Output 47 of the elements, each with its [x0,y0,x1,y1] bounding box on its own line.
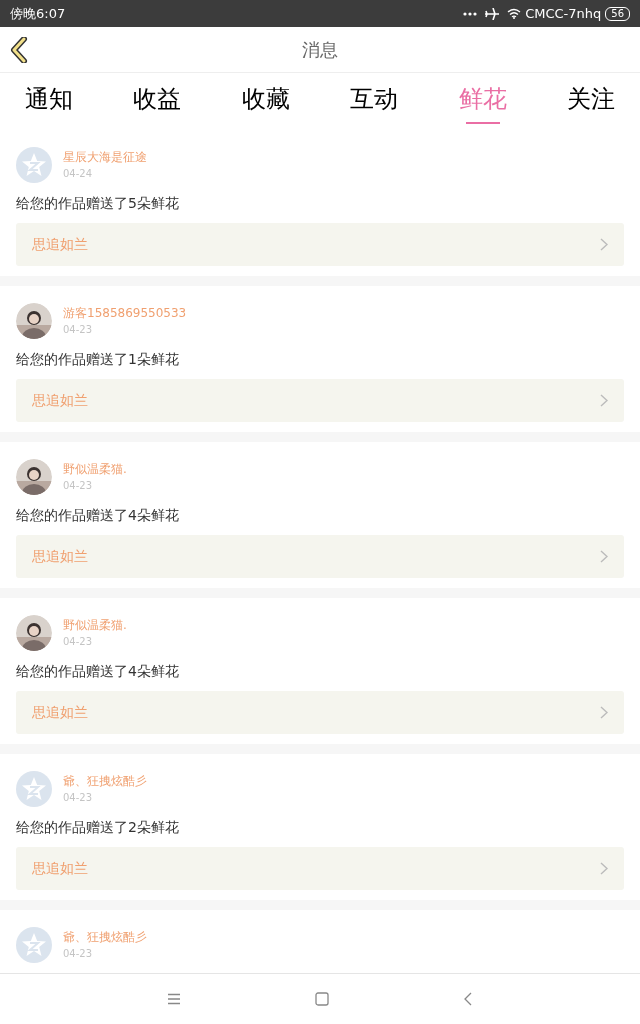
chevron-right-icon [600,550,608,563]
default-avatar-icon [16,927,52,963]
tab[interactable]: 互动 [350,85,399,124]
message-text: 给您的作品赠送了1朵鲜花 [16,350,180,369]
home-icon[interactable] [315,992,329,1006]
status-time: 傍晚6:07 [10,4,66,23]
message-date: 04-23 [63,635,94,649]
dots-icon [463,11,478,16]
airplane-icon [485,7,500,20]
tab[interactable]: 收益 [133,85,182,124]
chevron-right-icon [600,238,608,251]
tab[interactable]: 关注 [566,85,615,124]
message-date: 04-23 [63,791,94,805]
battery-icon: 56 [605,6,630,21]
message-date: 04-23 [63,323,94,337]
sender-name: 星辰大海是征途 [63,149,147,166]
sender-name: 爺、狂拽炫酷彡 [63,929,147,946]
work-link[interactable]: 思追如兰 [16,535,624,578]
message-date: 04-23 [63,947,94,961]
chevron-right-icon [600,706,608,719]
message-text: 给您的作品赠送了4朵鲜花 [16,506,180,525]
back-icon[interactable] [10,37,28,63]
message-text: 给您的作品赠送了5朵鲜花 [16,194,180,213]
message-text: 给您的作品赠送了2朵鲜花 [16,818,180,837]
message-date: 04-24 [63,167,94,181]
default-avatar-icon [16,771,52,807]
message-text: 给您的作品赠送了4朵鲜花 [16,662,180,681]
sender-name: 爺、狂拽炫酷彡 [63,773,147,790]
tab[interactable]: 通知 [25,85,73,124]
message-date: 04-23 [63,479,94,493]
sender-name: 游客1585869550533 [63,305,187,322]
work-link[interactable]: 思追如兰 [16,223,624,266]
sender-name: 野似温柔猫. [63,461,127,478]
work-link[interactable]: 思追如兰 [16,691,624,734]
chevron-right-icon [600,862,608,875]
work-link[interactable]: 思追如兰 [16,847,624,890]
wifi-icon [507,8,522,19]
chevron-right-icon [600,394,608,407]
default-avatar-icon [16,147,52,183]
carrier-name: CMCC-7nhq [525,4,602,23]
menu-icon[interactable] [167,993,181,1005]
tab[interactable]: 收藏 [241,85,290,124]
sender-name: 野似温柔猫. [63,617,127,634]
work-link[interactable]: 思追如兰 [16,379,624,422]
back-nav-icon[interactable] [463,992,473,1006]
page-title: 消息 [302,38,338,62]
tab[interactable]: 鲜花 [458,85,507,124]
